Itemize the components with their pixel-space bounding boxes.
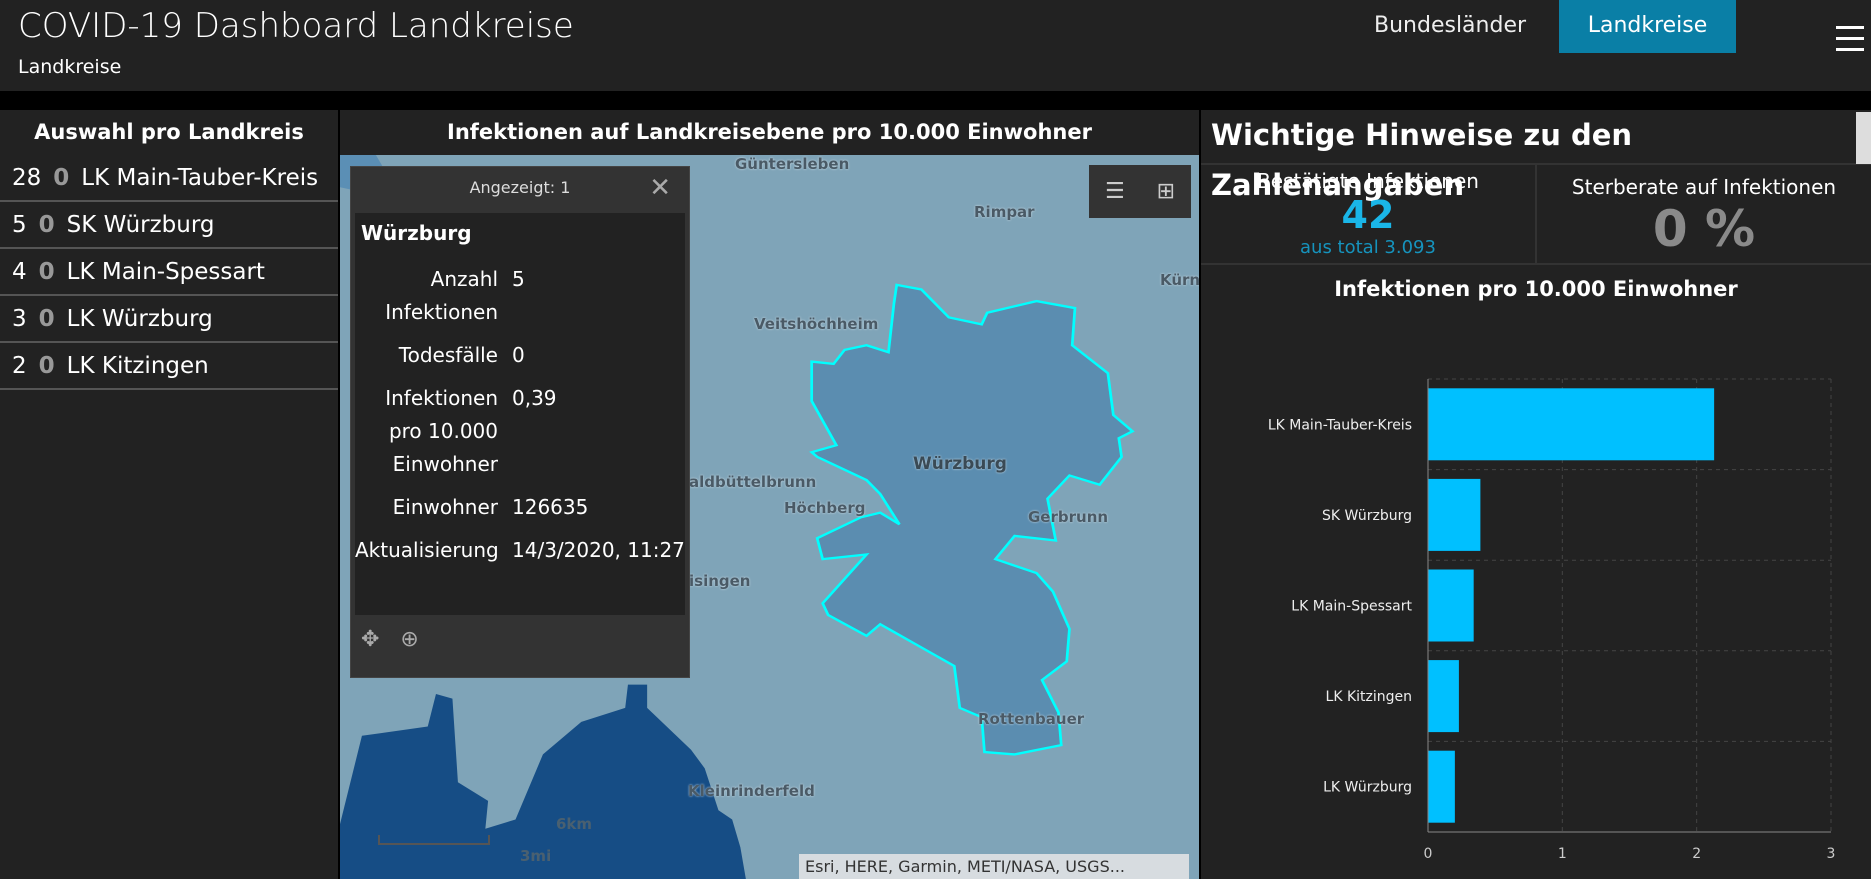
bar: [1428, 660, 1459, 733]
map[interactable]: Güntersleben Rimpar Kürna Veitshöchheim …: [340, 155, 1199, 879]
landkreis-list-item[interactable]: 4 0 LK Main-Spessart: [0, 249, 338, 296]
place-label: Kleinrinderfeld: [688, 782, 815, 800]
field-value: 0: [512, 343, 525, 367]
list-title: Auswahl pro Landkreis: [34, 120, 304, 144]
bar: [1428, 569, 1474, 642]
y-category-label: LK Main-Tauber-Kreis: [1268, 417, 1412, 433]
chart-title: Infektionen pro 10.000 Einwohner: [1334, 277, 1738, 301]
hamburger-menu-icon[interactable]: [1836, 26, 1864, 59]
bar: [1428, 478, 1481, 551]
infection-count: 28: [12, 164, 42, 191]
field-value: 14/3/2020, 11:27: [512, 538, 685, 562]
death-count: 0: [53, 164, 70, 191]
landkreis-name: LK Kitzingen: [66, 352, 209, 379]
death-count: 0: [38, 352, 55, 379]
popup-field: Anzahl Infektionen 5: [355, 263, 685, 329]
x-tick-label: 2: [1692, 846, 1701, 862]
zoom-to-icon[interactable]: ⊕: [400, 627, 418, 652]
place-label: Kürna: [1160, 271, 1199, 289]
map-attribution[interactable]: Esri, HERE, Garmin, METI/NASA, USGS...: [799, 854, 1189, 879]
popup-field: Einwohner 126635: [355, 491, 685, 524]
place-label: Höchberg: [784, 499, 866, 517]
info-panel: Wichtige Hinweise zu den Zahlenangaben B…: [1201, 110, 1871, 879]
feature-popup: Angezeigt: 1 ✕ Würzburg Anzahl Infektione…: [350, 166, 690, 678]
x-tick-label: 1: [1558, 846, 1567, 862]
field-value: 5: [512, 267, 525, 291]
info-title: Wichtige Hinweise zu den Zahlenangaben: [1201, 110, 1871, 202]
map-title: Infektionen auf Landkreisebene pro 10.00…: [447, 120, 1092, 144]
infection-count: 5: [12, 211, 27, 238]
death-count: 0: [38, 258, 55, 285]
scrollbar[interactable]: [1856, 112, 1871, 164]
infection-count: 3: [12, 305, 27, 332]
landkreis-name: LK Würzburg: [66, 305, 213, 332]
y-category-label: LK Kitzingen: [1326, 689, 1412, 705]
landkreis-list-item[interactable]: 3 0 LK Würzburg: [0, 296, 338, 343]
field-label: Infektionen pro 10.000 Einwohner: [385, 386, 498, 476]
place-label: isingen: [689, 572, 751, 590]
infection-count: 4: [12, 258, 27, 285]
popup-title: Würzburg: [361, 221, 472, 245]
field-label: Einwohner: [392, 495, 498, 519]
field-value: 0,39: [512, 386, 557, 410]
field-label: Anzahl Infektionen: [385, 267, 498, 324]
scale-mi: 3mi: [520, 847, 552, 865]
basemap-gallery-icon[interactable]: ⊞: [1157, 179, 1175, 204]
map-panel: Infektionen auf Landkreisebene pro 10.00…: [340, 110, 1199, 879]
kpi-value: 42: [1341, 193, 1395, 237]
kpi-value: 0 %: [1652, 200, 1756, 258]
bar: [1428, 750, 1455, 823]
place-label: Güntersleben: [735, 155, 850, 173]
header: COVID-19 Dashboard Landkreise Landkreise…: [0, 0, 1871, 91]
nav-bundeslaender[interactable]: Bundesländer: [1374, 0, 1526, 53]
x-tick-label: 3: [1827, 846, 1836, 862]
landkreis-name: LK Main-Tauber-Kreis: [81, 164, 319, 191]
landkreis-list-item[interactable]: 2 0 LK Kitzingen: [0, 343, 338, 390]
y-category-label: LK Main-Spessart: [1291, 599, 1412, 615]
kpi-confirmed: Bestätigte Infektionen 42 aus total 3.09…: [1201, 165, 1537, 263]
y-category-label: SK Würzburg: [1322, 508, 1412, 524]
field-value: 126635: [512, 495, 589, 519]
kpi-label: Sterberate auf Infektionen: [1571, 175, 1837, 199]
app-subtitle: Landkreise: [18, 56, 122, 78]
landkreis-list-panel: Auswahl pro Landkreis 28 0 LK Main-Tauber-…: [0, 110, 338, 879]
field-label: Aktualisierung: [355, 538, 499, 562]
place-label: Würzburg: [913, 454, 1007, 474]
landkreis-list-item[interactable]: 28 0 LK Main-Tauber-Kreis: [0, 155, 338, 202]
scale-km: 6km: [556, 815, 593, 833]
app-title: COVID-19 Dashboard Landkreise: [18, 6, 574, 46]
landkreis-name: LK Main-Spessart: [66, 258, 265, 285]
popup-field: Todesfälle 0: [355, 339, 685, 372]
nav-landkreise[interactable]: Landkreise: [1559, 0, 1736, 53]
place-label: Gerbrunn: [1028, 508, 1109, 526]
kpi-label: Bestätigte Infektionen: [1257, 169, 1479, 193]
map-widgets: ☰ ⊞: [1089, 165, 1191, 218]
infection-count: 2: [12, 352, 27, 379]
place-label: aldbüttelbrunn: [689, 473, 817, 491]
y-category-label: LK Würzburg: [1323, 780, 1412, 796]
move-icon[interactable]: ✥: [361, 627, 379, 652]
bar: [1428, 388, 1715, 461]
death-count: 0: [38, 305, 55, 332]
popup-field: Aktualisierung 14/3/2020, 11:27: [355, 534, 685, 567]
landkreis-list-item[interactable]: 5 0 SK Würzburg: [0, 202, 338, 249]
legend-list-icon[interactable]: ☰: [1105, 179, 1125, 204]
bar-chart: 0 1 2 3 LK Main-Tauber-Kreis SK Würzburg LK Ma…: [1268, 378, 1836, 862]
kpi-death-rate: Sterberate auf Infektionen 0 %: [1537, 165, 1871, 263]
place-label: Rimpar: [974, 203, 1035, 221]
popup-header: Angezeigt: 1: [469, 178, 571, 197]
scale-bar: [378, 835, 490, 845]
x-tick-label: 0: [1424, 846, 1433, 862]
landkreis-name: SK Würzburg: [66, 211, 215, 238]
popup-field: Infektionen pro 10.000 Einwohner 0,39: [355, 382, 685, 481]
kpi-subtext: aus total 3.093: [1300, 237, 1436, 258]
close-icon[interactable]: ✕: [649, 167, 671, 209]
field-label: Todesfälle: [398, 343, 498, 367]
death-count: 0: [38, 211, 55, 238]
place-label: Rottenbauer: [978, 710, 1085, 728]
place-label: Veitshöchheim: [754, 315, 879, 333]
